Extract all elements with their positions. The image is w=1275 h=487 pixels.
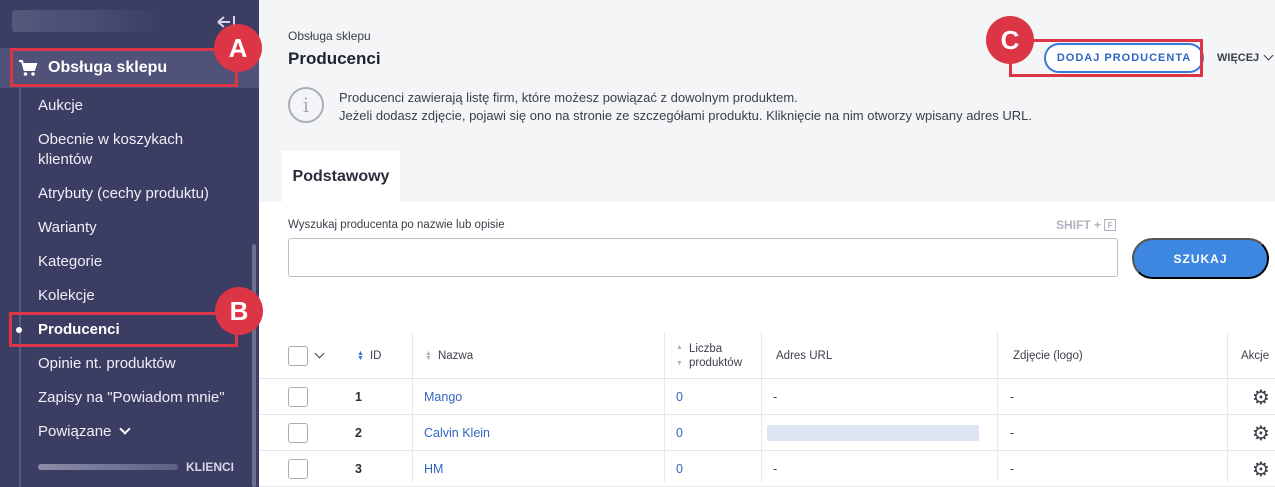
cell-count-link[interactable]: 0 — [676, 451, 683, 487]
sidebar-item-atrybuty[interactable]: Atrybuty (cechy produktu) — [38, 184, 238, 204]
column-label: Nazwa — [437, 349, 474, 362]
more-menu[interactable]: WIĘCEJ — [1217, 50, 1274, 64]
breadcrumb[interactable]: Obsługa sklepu — [288, 29, 371, 43]
marker-b: B — [215, 287, 263, 335]
sidebar-bottom-scroll[interactable] — [38, 464, 178, 470]
main-panel: Wyszukaj producenta po nazwie lub opisie… — [259, 202, 1275, 487]
row-checkbox[interactable] — [288, 415, 308, 451]
gear-icon[interactable]: ⚙ — [1252, 379, 1270, 415]
sidebar-item-powiazane[interactable]: Powiązane — [38, 422, 238, 442]
column-header-name[interactable]: ▲ ▼ Nazwa — [425, 332, 473, 379]
sidebar-item-kategorie[interactable]: Kategorie — [38, 252, 238, 272]
column-divider — [1227, 332, 1228, 482]
cell-image: - — [1010, 462, 1015, 476]
column-divider — [997, 332, 998, 482]
sidebar-item-aukcje[interactable]: Aukcje — [38, 96, 238, 116]
cell-count-link[interactable]: 0 — [676, 415, 683, 451]
select-all-checkbox[interactable] — [288, 345, 308, 366]
page-title: Producenci — [288, 49, 381, 68]
highlight-box-c — [1009, 39, 1203, 77]
row-checkbox[interactable] — [288, 379, 308, 415]
chevron-down-icon[interactable] — [314, 348, 325, 359]
cell-url-blurred — [767, 415, 979, 451]
column-header-id[interactable]: ▲ ▼ ID — [357, 332, 381, 379]
sidebar-item-opinie[interactable]: Opinie nt. produktów — [38, 354, 238, 374]
highlight-box-a — [10, 48, 238, 87]
sidebar-item-warianty[interactable]: Warianty — [38, 218, 238, 238]
cell-name-link[interactable]: Calvin Klein — [424, 415, 490, 451]
sidebar-scrollbar[interactable] — [252, 244, 256, 487]
sidebar-item-zapisy[interactable]: Zapisy na "Powiadom mnie" — [38, 388, 238, 408]
cell-url: - — [773, 462, 778, 476]
more-label: WIĘCEJ — [1217, 52, 1260, 64]
sidebar-item-koszyki[interactable]: Obecnie w koszykach klientów — [38, 130, 238, 170]
gear-icon[interactable]: ⚙ — [1252, 415, 1270, 451]
info-icon: i — [288, 87, 324, 123]
tab-podstawowy[interactable]: Podstawowy — [282, 151, 400, 202]
column-header-count[interactable]: ▲ ▼ Liczba produktów — [676, 332, 756, 379]
cell-image: - — [1010, 390, 1015, 404]
cell-name-link[interactable]: HM — [424, 451, 443, 487]
sort-icon: ▲ ▼ — [425, 349, 432, 362]
cell-image: - — [1010, 426, 1015, 440]
store-name-blurred — [12, 10, 162, 32]
column-header-image: Zdjęcie (logo) — [1013, 349, 1083, 362]
select-all[interactable] — [288, 332, 325, 379]
marker-a: A — [214, 24, 262, 72]
search-button[interactable]: SZUKAJ — [1132, 238, 1269, 279]
shortcut-text: SHIFT + — [1056, 218, 1102, 232]
column-header-actions: Akcje — [1241, 349, 1270, 362]
column-header-url: Adres URL — [776, 349, 833, 362]
keyboard-shortcut-hint: SHIFT + F — [1056, 218, 1117, 232]
sidebar-footer-clients[interactable]: KLIENCI — [186, 460, 234, 474]
tree-line — [19, 88, 21, 487]
column-divider — [412, 332, 413, 482]
sort-icon: ▲ ▼ — [676, 343, 683, 367]
column-label: Liczba produktów — [688, 342, 742, 369]
cell-id: 3 — [355, 462, 362, 476]
chevron-down-icon — [1263, 50, 1274, 60]
cell-id: 2 — [355, 426, 362, 440]
column-divider — [761, 332, 762, 482]
cell-name-link[interactable]: Mango — [424, 379, 462, 415]
column-divider — [664, 332, 665, 482]
chevron-down-icon — [119, 423, 132, 435]
info-line: Producenci zawierają listę firm, które m… — [339, 90, 798, 105]
sort-icon: ▲ ▼ — [357, 349, 364, 362]
sidebar-item-label: Powiązane — [38, 423, 112, 440]
info-line: Jeżeli dodasz zdjęcie, pojawi się ono na… — [339, 108, 1032, 123]
cell-url: - — [773, 390, 778, 404]
gear-icon[interactable]: ⚙ — [1252, 451, 1270, 487]
sidebar-item-kolekcje[interactable]: Kolekcje — [38, 286, 238, 306]
search-label: Wyszukaj producenta po nazwie lub opisie — [288, 219, 505, 231]
info-text: Producenci zawierają listę firm, które m… — [339, 89, 1032, 125]
column-label: ID — [369, 349, 382, 362]
search-input[interactable] — [288, 238, 1118, 277]
marker-c: C — [986, 16, 1034, 64]
cell-id: 1 — [355, 390, 362, 404]
shortcut-key-icon: F — [1104, 219, 1117, 231]
highlight-box-b — [9, 312, 238, 347]
cell-count-link[interactable]: 0 — [676, 379, 683, 415]
row-checkbox[interactable] — [288, 451, 308, 487]
